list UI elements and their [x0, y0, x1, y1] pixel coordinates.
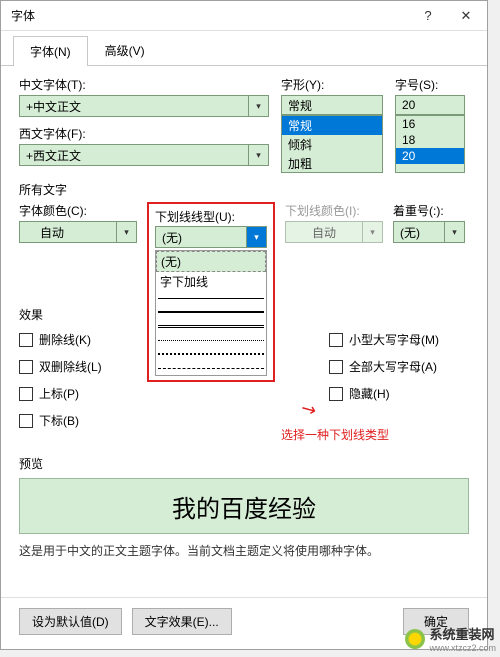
cjk-font-label: 中文字体(T): — [19, 76, 269, 93]
style-listbox[interactable]: 常规 倾斜 加粗 — [281, 115, 383, 173]
underline-color-dropdown-button: ▾ — [363, 221, 383, 243]
subscript-label: 下标(B) — [39, 412, 79, 429]
text-effects-button[interactable]: 文字效果(E)... — [132, 608, 232, 635]
preview-box: 我的百度经验 — [19, 478, 469, 534]
underline-color-label: 下划线颜色(I): — [285, 202, 383, 219]
dialog-title: 字体 — [11, 7, 409, 24]
all-text-label: 所有文字 — [19, 181, 469, 198]
font-color-label: 字体颜色(C): — [19, 202, 137, 219]
chevron-down-icon: ▾ — [370, 227, 375, 238]
dialog-footer: 设为默认值(D) 文字效果(E)... 确定 — [1, 597, 487, 649]
superscript-checkbox-row[interactable]: 上标(P) — [19, 385, 137, 402]
cjk-font-dropdown-button[interactable]: ▾ — [249, 95, 269, 117]
small-caps-checkbox-row[interactable]: 小型大写字母(M) — [329, 331, 469, 348]
all-caps-checkbox-row[interactable]: 全部大写字母(A) — [329, 358, 469, 375]
strike-label: 删除线(K) — [39, 331, 91, 348]
underline-type-label: 下划线线型(U): — [155, 210, 235, 224]
cjk-font-combo[interactable]: ▾ — [19, 95, 269, 117]
small-caps-checkbox[interactable] — [329, 333, 343, 347]
latin-font-dropdown-button[interactable]: ▾ — [249, 144, 269, 166]
hidden-checkbox-row[interactable]: 隐藏(H) — [329, 385, 469, 402]
small-caps-label: 小型大写字母(M) — [349, 331, 439, 348]
style-input[interactable] — [281, 95, 383, 115]
hidden-checkbox[interactable] — [329, 387, 343, 401]
size-listbox[interactable]: 16 18 20 — [395, 115, 465, 173]
close-icon: ✕ — [461, 8, 472, 24]
font-dialog: 字体 ? ✕ 字体(N) 高级(V) 中文字体(T): ▾ 西文字体(F): ▾ — [0, 0, 488, 650]
list-item[interactable]: 加粗 — [282, 154, 382, 173]
font-color-value: 自动 — [19, 221, 117, 243]
size-label: 字号(S): — [395, 76, 465, 93]
all-caps-checkbox[interactable] — [329, 360, 343, 374]
subscript-checkbox-row[interactable]: 下标(B) — [19, 412, 137, 429]
superscript-label: 上标(P) — [39, 385, 79, 402]
underline-type-value: (无) — [155, 226, 247, 248]
chevron-down-icon: ▾ — [256, 150, 261, 161]
subscript-checkbox[interactable] — [19, 414, 33, 428]
list-item[interactable]: 倾斜 — [282, 135, 382, 154]
latin-font-label: 西文字体(F): — [19, 125, 269, 142]
list-item-single[interactable] — [156, 291, 266, 305]
annotation-text: 选择一种下划线类型 — [281, 426, 389, 443]
chevron-down-icon: ▾ — [254, 232, 259, 243]
double-strike-checkbox-row[interactable]: 双删除线(L) — [19, 358, 137, 375]
help-button[interactable]: ? — [409, 2, 447, 30]
list-item[interactable]: 常规 — [282, 116, 382, 135]
strike-checkbox-row[interactable]: 删除线(K) — [19, 331, 137, 348]
cjk-font-input[interactable] — [19, 95, 249, 117]
underline-color-value: 自动 — [285, 221, 363, 243]
emphasis-combo[interactable]: (无) ▾ — [393, 221, 465, 243]
set-default-button[interactable]: 设为默认值(D) — [19, 608, 122, 635]
tab-font[interactable]: 字体(N) — [13, 36, 88, 66]
hidden-label: 隐藏(H) — [349, 385, 390, 402]
size-input[interactable] — [395, 95, 465, 115]
ok-button[interactable]: 确定 — [403, 608, 469, 635]
preview-label: 预览 — [19, 455, 469, 472]
double-strike-label: 双删除线(L) — [39, 358, 102, 375]
all-caps-label: 全部大写字母(A) — [349, 358, 437, 375]
list-item[interactable]: 18 — [396, 132, 464, 148]
dialog-content: 中文字体(T): ▾ 西文字体(F): ▾ 字形(Y): 常规 倾斜 加粗 — [1, 66, 487, 569]
latin-font-combo[interactable]: ▾ — [19, 144, 269, 166]
list-item-thick[interactable] — [156, 305, 266, 319]
double-strike-checkbox[interactable] — [19, 360, 33, 374]
emphasis-dropdown-button[interactable]: ▾ — [445, 221, 465, 243]
underline-type-combo[interactable]: (无) ▾ — [155, 226, 267, 248]
preview-description: 这是用于中文的正文主题字体。当前文档主题定义将使用哪种字体。 — [19, 542, 469, 559]
strike-checkbox[interactable] — [19, 333, 33, 347]
superscript-checkbox[interactable] — [19, 387, 33, 401]
chevron-down-icon: ▾ — [452, 227, 457, 238]
font-color-dropdown-button[interactable]: ▾ — [117, 221, 137, 243]
list-item-none[interactable]: (无) — [156, 251, 266, 272]
list-item[interactable]: 16 — [396, 116, 464, 132]
latin-font-input[interactable] — [19, 144, 249, 166]
chevron-down-icon: ▾ — [256, 101, 261, 112]
list-item-words-only[interactable]: 字下加线 — [156, 272, 266, 291]
titlebar: 字体 ? ✕ — [1, 1, 487, 31]
close-button[interactable]: ✕ — [447, 2, 485, 30]
emphasis-label: 着重号(:): — [393, 202, 465, 219]
list-item[interactable]: 20 — [396, 148, 464, 164]
preview-text: 我的百度经验 — [172, 489, 316, 524]
chevron-down-icon: ▾ — [124, 227, 129, 238]
underline-type-dropdown-button[interactable]: ▾ — [247, 226, 267, 248]
font-color-combo[interactable]: 自动 ▾ — [19, 221, 137, 243]
emphasis-value: (无) — [393, 221, 445, 243]
style-label: 字形(Y): — [281, 76, 383, 93]
tab-advanced[interactable]: 高级(V) — [88, 35, 162, 65]
tab-strip: 字体(N) 高级(V) — [1, 31, 487, 66]
underline-color-combo: 自动 ▾ — [285, 221, 383, 243]
